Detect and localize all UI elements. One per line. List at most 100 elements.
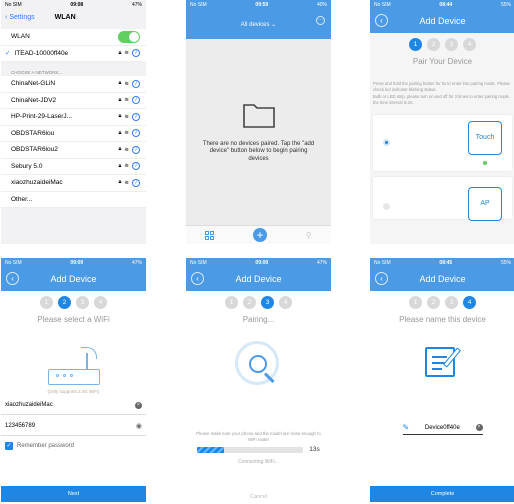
info-icon[interactable]: i [132,79,140,88]
select-wifi-screen: No SIM 09:09 47% ‹ Add Device 1 2 3 4 Pl… [1,258,146,502]
time-text: 09:08 [70,1,84,8]
page-title: Add Device [419,16,466,26]
carrier-text: No SIM [5,259,22,266]
network-row[interactable]: ChinaNet-GLiN 🔒︎ ≋ i [1,76,146,93]
wifi-icon: ≋ [124,163,129,170]
pair-device-screen: No SIM 08:44 55% ‹ Add Device 1 2 3 4 Pa… [370,0,514,244]
password-field[interactable]: 123456789 ◉ [1,417,146,436]
user-icon[interactable]: ⚲ [306,231,312,240]
network-row[interactable]: Other... [1,191,146,208]
info-icon[interactable]: i [132,129,140,138]
password-value: 123456789 [5,423,36,429]
wlan-label: WLAN [11,33,30,41]
info-icon[interactable]: i [132,145,140,154]
wifi-icon: ≋ [124,113,129,120]
wifi-icon: ≋ [124,130,129,137]
back-icon[interactable]: ‹ [375,272,388,285]
step-2: 2 [427,38,440,51]
device-name-field[interactable]: ✎ Device0ff40e × [402,423,483,435]
eye-icon[interactable]: ◉ [136,422,142,430]
carrier-text: No SIM [374,1,391,8]
network-row[interactable]: xiaozhuzaideiMac 🔒︎ ≋ i [1,175,146,192]
clear-icon[interactable]: × [475,424,483,431]
network-name: HP-Print-29-LaserJ... [11,113,73,121]
lock-icon: 🔒︎ [118,129,122,136]
step-title: Pairing... [242,315,275,324]
nav-bar: ‹ Add Device [1,267,146,291]
folder-icon [242,103,275,128]
time-text: 08:44 [439,1,453,8]
info-icon[interactable]: i [132,112,140,121]
step-2: 2 [427,296,440,309]
wlan-toggle[interactable] [118,30,140,43]
empty-message: There are no devices paired. Tap the "ad… [202,140,315,162]
step-1: 1 [409,296,422,309]
info-icon[interactable]: i [132,96,140,105]
step-indicator: 1 2 3 4 [409,296,476,309]
grid-icon[interactable] [205,230,215,240]
ssid-value: xiaozhuzaideiMac [5,402,53,408]
screenshot-collage: No SIM 09:08 47% ‹ Settings WLAN WLAN ✓ I… [0,0,514,504]
network-row[interactable]: OBDSTAR6lou 🔒︎ ≋ i [1,125,146,142]
back-icon[interactable]: ‹ [375,14,388,27]
step-indicator: 1 2 3 4 [225,296,292,309]
complete-button[interactable]: Complete [370,486,514,502]
tab-bar: + ⚲ [186,225,331,244]
status-bar: No SIM 08:45 55% [370,258,514,267]
lock-icon: 🔒︎ [118,113,122,120]
step-3: 3 [445,296,458,309]
info-icon[interactable]: i [132,49,140,58]
connected-network-row[interactable]: ✓ ITEAD-10000ff40e 🔒︎ ≋ i [1,45,146,62]
back-icon[interactable]: ‹ [6,272,19,285]
pencil-icon: ✎ [402,423,410,432]
device-filter-dropdown[interactable]: All devices ⌄ [241,21,276,28]
lock-icon: 🔒︎ [118,80,122,87]
cancel-button[interactable]: Cancel [186,494,331,500]
network-row[interactable]: HP-Print-29-LaserJ... 🔒︎ ≋ i [1,109,146,126]
progress-row: 13s [186,446,331,453]
status-bar: No SIM 09:09 47% [1,258,146,267]
next-button[interactable]: Next [1,486,146,502]
network-name: OBDSTAR6lou2 [11,146,58,154]
back-button[interactable]: ‹ Settings [5,14,35,21]
status-bar: No SIM 09:09 47% [186,258,331,267]
network-name: OBDSTAR6lou [11,129,55,137]
network-name: Sebury 5.0 [11,162,43,170]
remember-password-row[interactable]: ✓ Remember password [1,436,146,456]
wifi-icon: ≋ [124,179,129,186]
radio-unselected[interactable] [383,203,390,210]
step-4: 4 [279,296,292,309]
clear-icon[interactable]: × [135,401,142,409]
radio-selected[interactable] [383,139,390,146]
back-icon[interactable]: ‹ [191,272,204,285]
more-icon[interactable]: ··· [316,16,325,25]
countdown-text: 13s [309,446,320,453]
mode-card-touch[interactable]: Touch [373,115,512,171]
network-list: ChinaNet-GLiN 🔒︎ ≋ i ChinaNet-JDV2 🔒︎ ≋ i HP-Pri… [1,76,146,208]
nav-bar: ‹ Settings WLAN [1,9,146,25]
page-title: Add Device [50,274,97,284]
lock-icon: 🔒︎ [118,179,122,186]
checkbox-checked[interactable]: ✓ [5,442,13,450]
nav-bar: ‹ Add Device [370,9,514,33]
battery-text: 55% [500,1,511,8]
info-icon[interactable]: i [132,162,140,171]
nav-bar: ‹ Add Device [370,267,514,291]
network-row[interactable]: Sebury 5.0 🔒︎ ≋ i [1,158,146,175]
wifi-support-note: (Only supports 2.4G WiFi) [47,389,100,394]
lock-icon: 🔒︎ [118,146,122,153]
ssid-field[interactable]: xiaozhuzaideiMac × [1,396,146,415]
network-row[interactable]: ChinaNet-JDV2 🔒︎ ≋ i [1,92,146,109]
add-device-button[interactable]: + [253,228,268,242]
time-text: 08:45 [439,259,453,266]
checkmark-icon: ✓ [5,50,11,58]
device-name-value: Device0ff40e [424,424,460,431]
network-row[interactable]: OBDSTAR6lou2 🔒︎ ≋ i [1,142,146,159]
filter-label: All devices [240,21,270,28]
network-name: ITEAD-10000ff40e [14,49,69,57]
lock-icon: 🔒︎ [118,49,122,56]
carrier-text: No SIM [5,1,22,8]
connecting-status: Connecting WiFi... [238,459,279,465]
info-icon[interactable]: i [132,178,140,187]
mode-card-ap[interactable]: AP [373,177,512,221]
